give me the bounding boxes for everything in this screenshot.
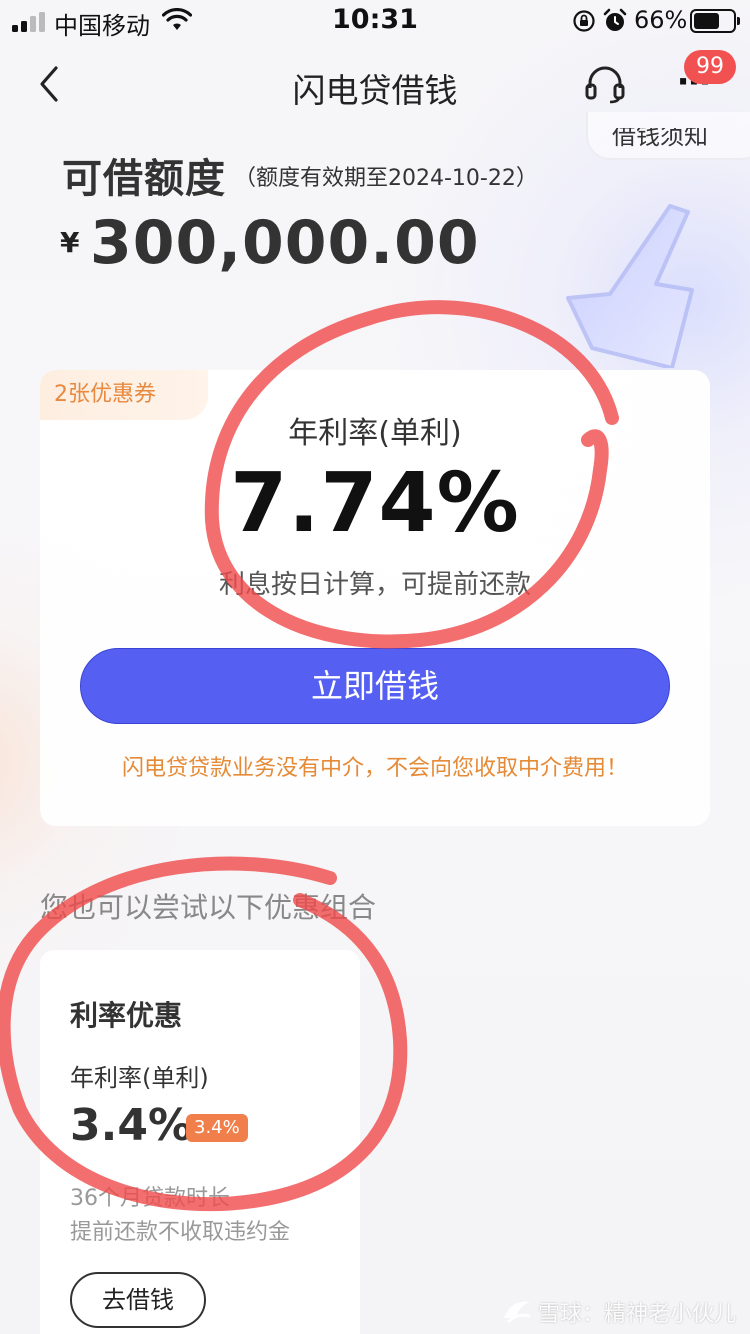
status-bar: 中国移动 10:31 66% xyxy=(0,0,750,42)
combo-rate-badge: 3.4% xyxy=(186,1114,248,1142)
no-agent-disclaimer: 闪电贷贷款业务没有中介，不会向您收取中介费用！ xyxy=(121,756,628,781)
rate-label: 年利率(单利) xyxy=(288,416,462,451)
quota-validity: （额度有效期至2024-10-22） xyxy=(234,166,538,191)
rate-card: 2张优惠券 年利率(单利) 7.74% 利息按日计算，可提前还款 立即借钱 闪电… xyxy=(40,370,710,826)
borrow-now-button[interactable]: 立即借钱 xyxy=(80,648,670,724)
snowball-logo-icon xyxy=(504,1301,531,1324)
battery-icon xyxy=(690,9,740,33)
notification-badge: 99 xyxy=(684,50,736,84)
currency-symbol: ¥ xyxy=(60,226,80,259)
rotation-lock-icon xyxy=(573,10,595,32)
battery-percent: 66% xyxy=(634,6,688,34)
watermark-text: 雪球：精神老小伙儿 xyxy=(538,1302,737,1327)
rate-note: 利息按日计算，可提前还款 xyxy=(218,570,531,600)
loan-notice-tab[interactable]: 借钱须知 xyxy=(586,112,750,160)
watermark: 雪球：精神老小伙儿 xyxy=(500,1294,740,1328)
quota-amount: 300,000.00 xyxy=(90,208,480,278)
combo-rate-label: 年利率(单利) xyxy=(70,1064,209,1092)
combo-card-rate-discount[interactable]: 利率优惠 年利率(单利) 3.4% 3.4% 36个月贷款时长 提前还款不收取违… xyxy=(40,950,360,1334)
combo-rate-value: 3.4% xyxy=(70,1100,193,1151)
annual-rate-value: 7.74% xyxy=(230,456,520,551)
combo-heading: 您也可以尝试以下优惠组合 xyxy=(40,891,377,924)
alarm-icon xyxy=(603,8,627,31)
page-title: 闪电贷借钱 xyxy=(292,71,458,110)
battery-level xyxy=(694,13,719,29)
go-borrow-button[interactable]: 去借钱 xyxy=(70,1272,206,1328)
nav-bar: 闪电贷借钱 ··· 99 xyxy=(0,50,750,116)
quota-title: 可借额度 xyxy=(62,156,226,202)
loan-notice-label: 借钱须知 xyxy=(612,122,708,150)
combo-term: 36个月贷款时长 xyxy=(70,1186,230,1211)
combo-title: 利率优惠 xyxy=(70,999,183,1032)
lightning-icon xyxy=(566,204,694,368)
combo-prepay-note: 提前还款不收取违约金 xyxy=(70,1220,291,1245)
headset-icon[interactable] xyxy=(584,64,626,104)
